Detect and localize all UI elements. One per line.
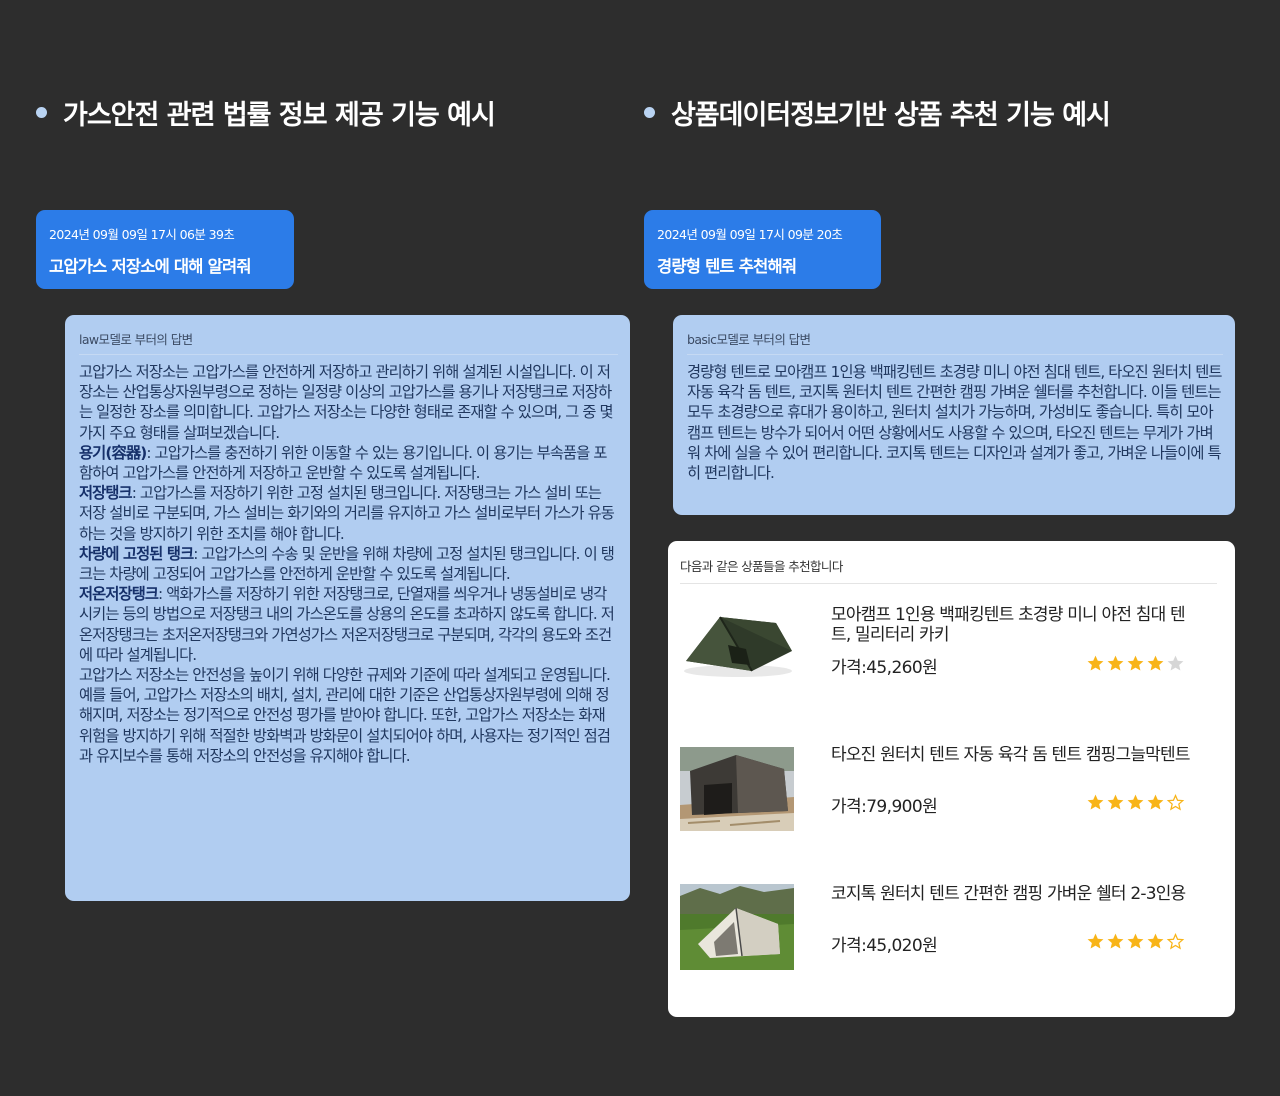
message-text: 경량형 텐트 추천해줘 — [657, 257, 797, 276]
product-name[interactable]: 코지톡 원터치 텐트 간편한 캠핑 가벼운 쉘터 2-3인용 — [831, 884, 1201, 904]
answer-term-desc: : 고압가스를 충전하기 위한 이동할 수 있는 용기입니다. 이 용기는 부속… — [79, 443, 607, 483]
star-filled-icon — [1087, 794, 1104, 810]
answer-outro: 고압가스 저장소는 안전성을 높이기 위해 다양한 규제와 기준에 따라 설계되… — [79, 666, 611, 765]
basic-answer-bubble: basic모델로 부터의 답변 경량형 텐트로 모아캠프 1인용 백패킹텐트 초… — [673, 315, 1235, 515]
star-empty-icon — [1167, 655, 1184, 671]
star-outline-icon — [1166, 932, 1185, 950]
star-filled-icon — [1087, 933, 1104, 949]
law-answer-bubble: law모델로 부터의 답변 고압가스 저장소는 고압가스를 안전하게 저장하고 … — [65, 315, 630, 901]
answer-source-label: basic모델로 부터의 답변 — [687, 329, 1223, 355]
section-heading-gas-law: 가스안전 관련 법률 정보 제공 기능 예시 — [36, 92, 496, 132]
answer-term: 저장탱크 — [79, 484, 133, 503]
bullet-dot — [644, 106, 655, 118]
star-filled-icon — [1087, 655, 1104, 671]
answer-term: 용기(容器) — [79, 443, 147, 462]
answer-intro: 고압가스 저장소는 고압가스를 안전하게 저장하고 관리하기 위해 설계된 시설… — [79, 363, 614, 442]
recommendation-card: 다음과 같은 상품들을 추천합니다 모아캠프 1인용 백패킹텐트 초경량 미니 … — [668, 541, 1235, 1017]
message-timestamp: 2024년 09월 09일 17시 06분 39초 — [49, 227, 235, 242]
answer-term: 저온저장탱크 — [79, 585, 159, 604]
answer-term: 차량에 고정된 탱크 — [79, 544, 194, 563]
star-filled-icon — [1107, 655, 1124, 671]
star-filled-icon — [1127, 794, 1144, 810]
star-filled-icon — [1107, 794, 1124, 810]
section-heading-product-recommend: 상품데이터정보기반 상품 추천 기능 예시 — [644, 92, 1111, 132]
user-message-bubble: 2024년 09월 09일 17시 06분 39초 고압가스 저장소에 대해 알… — [36, 210, 294, 289]
product-price: 가격:45,260원 — [831, 658, 938, 678]
product-rating — [1086, 932, 1185, 951]
message-timestamp: 2024년 09월 09일 17시 09분 20초 — [657, 227, 843, 242]
star-filled-icon — [1147, 655, 1164, 671]
product-image-hexagon-tent[interactable] — [680, 733, 794, 831]
section-heading-text: 상품데이터정보기반 상품 추천 기능 예시 — [671, 99, 1111, 131]
product-item[interactable]: 모아캠프 1인용 백패킹텐트 초경량 미니 야전 침대 텐트, 밀리터리 카키 … — [680, 605, 1220, 701]
product-rating — [1086, 793, 1185, 812]
answer-term-desc: : 액화가스를 저장하기 위한 저장탱크로, 단열재를 씌우거나 냉동설비로 냉… — [79, 585, 615, 664]
product-name[interactable]: 모아캠프 1인용 백패킹텐트 초경량 미니 야전 침대 텐트, 밀리터리 카키 — [831, 605, 1201, 645]
answer-body: 경량형 텐트로 모아캠프 1인용 백패킹텐트 초경량 미니 야전 침대 텐트, … — [687, 363, 1222, 483]
section-heading-text: 가스안전 관련 법률 정보 제공 기능 예시 — [63, 99, 496, 131]
answer-term-desc: : 고압가스를 저장하기 위한 고정 설치된 탱크입니다. 저장탱크는 가스 설… — [79, 484, 615, 543]
star-outline-icon — [1166, 793, 1185, 811]
star-filled-icon — [1107, 933, 1124, 949]
message-text: 고압가스 저장소에 대해 알려줘 — [49, 257, 252, 276]
product-rating — [1086, 654, 1185, 673]
recommendation-header: 다음과 같은 상품들을 추천합니다 — [680, 556, 1217, 584]
user-message-bubble: 2024년 09월 09일 17시 09분 20초 경량형 텐트 추천해줘 — [644, 210, 881, 289]
product-price: 가격:79,900원 — [831, 797, 938, 817]
product-name[interactable]: 타오진 원터치 텐트 자동 육각 돔 텐트 캠핑그늘막텐트 — [831, 745, 1201, 765]
star-filled-icon — [1147, 933, 1164, 949]
product-price: 가격:45,020원 — [831, 936, 938, 956]
bullet-dot — [36, 106, 47, 118]
product-image-green-tent[interactable] — [680, 605, 794, 691]
star-filled-icon — [1147, 794, 1164, 810]
star-filled-icon — [1127, 933, 1144, 949]
answer-body: 고압가스 저장소는 고압가스를 안전하게 저장하고 관리하기 위해 설계된 시설… — [79, 362, 618, 766]
product-image-shelter-tent[interactable] — [680, 884, 794, 970]
product-item[interactable]: 코지톡 원터치 텐트 간편한 캠핑 가벼운 쉘터 2-3인용 가격:45,020… — [680, 884, 1220, 980]
product-item[interactable]: 타오진 원터치 텐트 자동 육각 돔 텐트 캠핑그늘막텐트 가격:79,900원 — [680, 739, 1220, 841]
answer-source-label: law모델로 부터의 답변 — [79, 329, 618, 355]
star-filled-icon — [1127, 655, 1144, 671]
